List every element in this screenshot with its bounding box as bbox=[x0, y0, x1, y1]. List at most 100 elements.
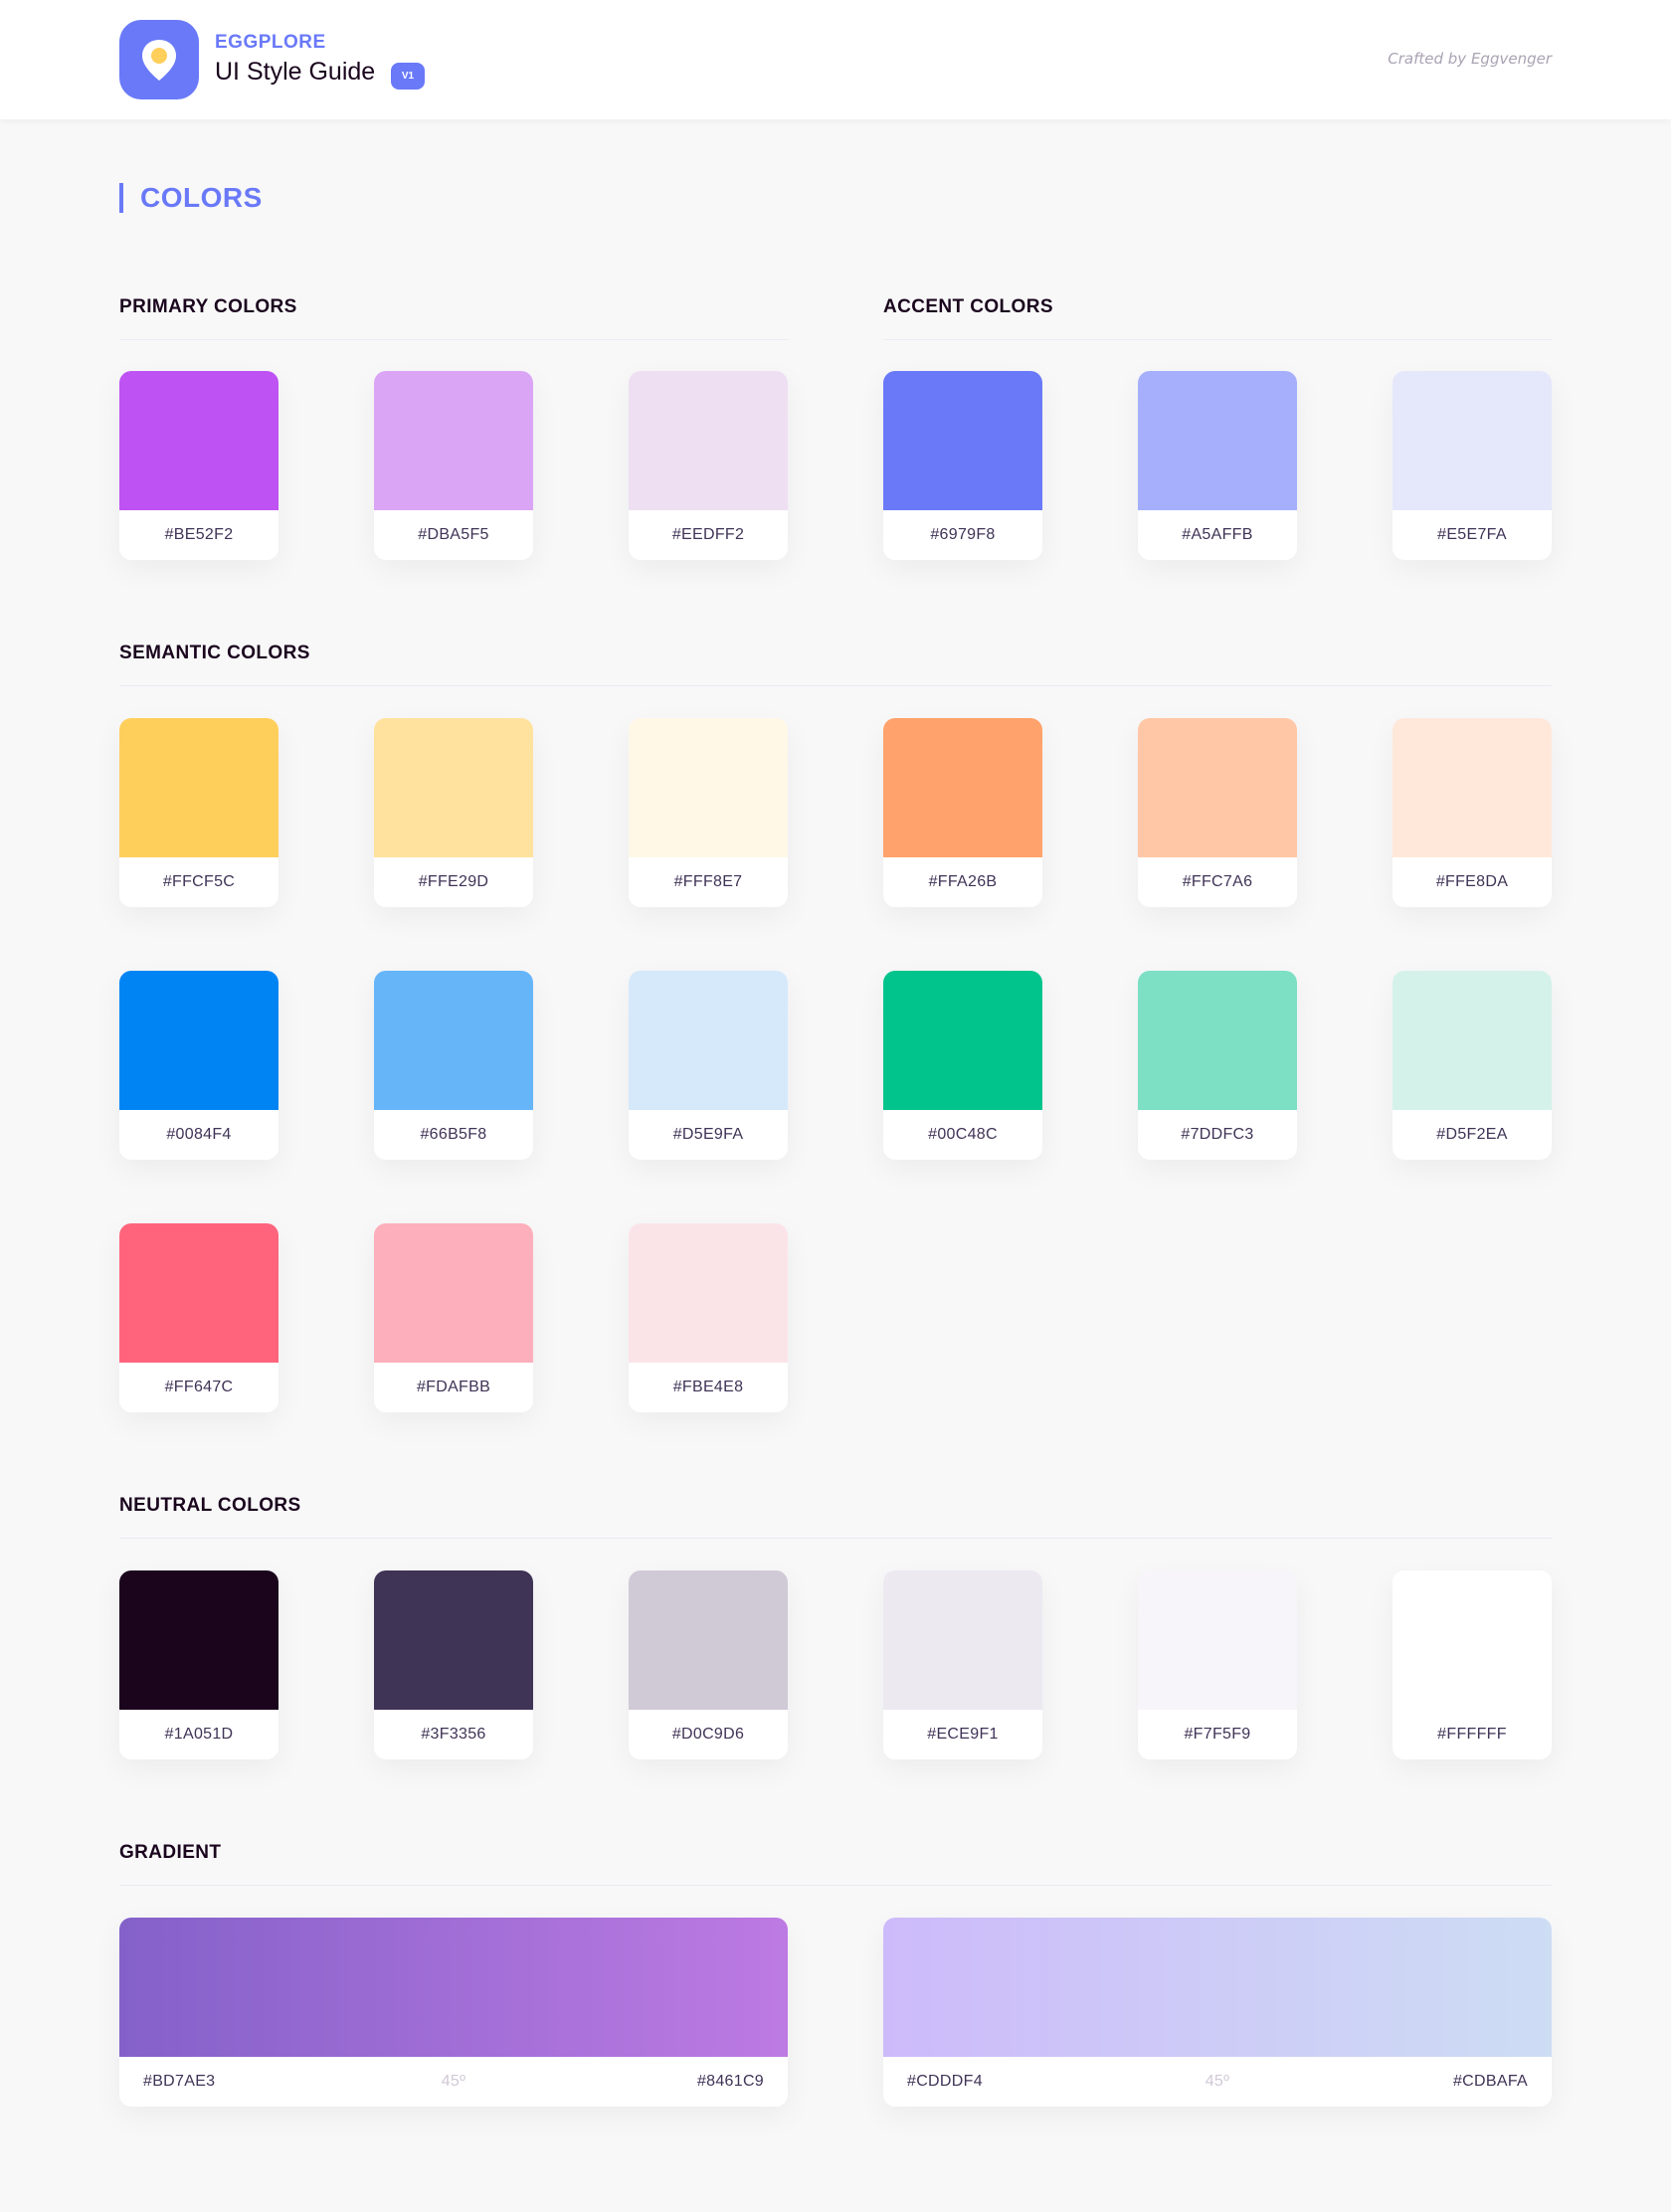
color-swatch bbox=[1138, 371, 1297, 510]
color-swatch-card: #FF647C bbox=[119, 1223, 278, 1412]
color-swatch bbox=[119, 1223, 278, 1363]
color-swatch bbox=[883, 371, 1042, 510]
color-hex-label: #66B5F8 bbox=[420, 1126, 487, 1143]
color-swatch bbox=[1392, 971, 1552, 1110]
color-swatch bbox=[883, 718, 1042, 857]
color-swatch-card: #F7F5F9 bbox=[1138, 1570, 1297, 1759]
color-swatch-card: #D0C9D6 bbox=[629, 1570, 788, 1759]
color-swatch-card: #E5E7FA bbox=[1392, 371, 1552, 560]
color-swatch bbox=[1392, 1570, 1552, 1710]
color-hex-label: #00C48C bbox=[928, 1126, 998, 1143]
color-hex-label: #FFFFFF bbox=[1437, 1726, 1507, 1743]
color-swatch bbox=[119, 1570, 278, 1710]
gradient-angle: 45º bbox=[441, 2073, 466, 2090]
color-hex-label: #D5E9FA bbox=[672, 1126, 744, 1143]
color-swatch bbox=[629, 718, 788, 857]
color-swatch-card: #EEDFF2 bbox=[629, 371, 788, 560]
gradient-end-hex: #8461C9 bbox=[696, 2073, 764, 2090]
color-hex-label: #FBE4E8 bbox=[672, 1379, 744, 1395]
brand-name: EGGPLORE bbox=[215, 32, 326, 53]
color-hex-label: #E5E7FA bbox=[1437, 526, 1507, 543]
color-hex-label: #FFCF5C bbox=[162, 873, 236, 890]
gradient-card: #BD7AE3 45º #8461C9 bbox=[119, 1918, 788, 2107]
accent-divider bbox=[883, 339, 1552, 340]
color-hex-label: #FFE29D bbox=[418, 873, 489, 890]
color-hex-label: #A5AFFB bbox=[1182, 526, 1253, 543]
color-swatch-card: #00C48C bbox=[883, 971, 1042, 1160]
gradient-swatch bbox=[119, 1918, 788, 2057]
color-swatch bbox=[374, 1223, 533, 1363]
gradient-divider bbox=[119, 1885, 1552, 1886]
primary-divider bbox=[119, 339, 788, 340]
color-swatch bbox=[374, 1570, 533, 1710]
semantic-colors-heading: SEMANTIC COLORS bbox=[119, 643, 310, 663]
color-hex-label: #BE52F2 bbox=[164, 526, 234, 543]
neutral-colors-heading: NEUTRAL COLORS bbox=[119, 1495, 301, 1516]
color-swatch-card: #D5F2EA bbox=[1392, 971, 1552, 1160]
gradient-end-hex: #CDBAFA bbox=[1452, 2073, 1528, 2090]
color-swatch bbox=[374, 718, 533, 857]
color-swatch bbox=[629, 1223, 788, 1363]
color-swatch-card: #FBE4E8 bbox=[629, 1223, 788, 1412]
neutral-divider bbox=[119, 1538, 1552, 1539]
gradient-card: #CDDDF4 45º #CDBAFA bbox=[883, 1918, 1552, 2107]
color-swatch-card: #ECE9F1 bbox=[883, 1570, 1042, 1759]
color-hex-label: #F7F5F9 bbox=[1184, 1726, 1251, 1743]
color-swatch-card: #A5AFFB bbox=[1138, 371, 1297, 560]
color-swatch bbox=[629, 971, 788, 1110]
color-swatch-card: #DBA5F5 bbox=[374, 371, 533, 560]
gradient-angle: 45º bbox=[1205, 2073, 1230, 2090]
page-title: COLORS bbox=[119, 183, 263, 213]
color-hex-label: #EEDFF2 bbox=[671, 526, 745, 543]
color-hex-label: #DBA5F5 bbox=[418, 526, 489, 543]
color-swatch-card: #6979F8 bbox=[883, 371, 1042, 560]
color-hex-label: #3F3356 bbox=[421, 1726, 486, 1743]
color-hex-label: #D5F2EA bbox=[1436, 1126, 1508, 1143]
color-swatch bbox=[1138, 718, 1297, 857]
app-logo bbox=[119, 20, 199, 99]
color-swatch-card: #FFE29D bbox=[374, 718, 533, 907]
color-swatch bbox=[629, 1570, 788, 1710]
primary-colors-heading: PRIMARY COLORS bbox=[119, 296, 297, 317]
color-swatch bbox=[374, 371, 533, 510]
color-swatch-card: #FFA26B bbox=[883, 718, 1042, 907]
color-hex-label: #FFA26B bbox=[928, 873, 998, 890]
guide-title: UI Style Guide bbox=[215, 58, 376, 86]
color-hex-label: #ECE9F1 bbox=[927, 1726, 999, 1743]
color-hex-label: #7DDFC3 bbox=[1181, 1126, 1254, 1143]
color-swatch-card: #3F3356 bbox=[374, 1570, 533, 1759]
color-swatch-card: #1A051D bbox=[119, 1570, 278, 1759]
color-hex-label: #FFE8DA bbox=[1435, 873, 1509, 890]
version-badge: V1 bbox=[391, 63, 425, 90]
color-hex-label: #FFF8E7 bbox=[673, 873, 743, 890]
color-swatch-card: #BE52F2 bbox=[119, 371, 278, 560]
semantic-divider bbox=[119, 685, 1552, 686]
credit-text: Crafted by Eggvenger bbox=[1388, 50, 1552, 68]
color-swatch-card: #0084F4 bbox=[119, 971, 278, 1160]
gradient-swatch bbox=[883, 1918, 1552, 2057]
color-swatch-card: #66B5F8 bbox=[374, 971, 533, 1160]
color-swatch bbox=[883, 1570, 1042, 1710]
color-swatch bbox=[1138, 971, 1297, 1110]
color-swatch bbox=[119, 718, 278, 857]
color-swatch-card: #7DDFC3 bbox=[1138, 971, 1297, 1160]
color-hex-label: #FFC7A6 bbox=[1182, 873, 1253, 890]
header: EGGPLORE UI Style Guide V1 Crafted by Eg… bbox=[0, 0, 1671, 119]
color-swatch-card: #FFE8DA bbox=[1392, 718, 1552, 907]
color-swatch bbox=[119, 371, 278, 510]
color-hex-label: #FDAFBB bbox=[416, 1379, 491, 1395]
egg-location-pin-icon bbox=[142, 40, 176, 81]
accent-colors-heading: ACCENT COLORS bbox=[883, 296, 1053, 317]
gradient-heading: GRADIENT bbox=[119, 1842, 222, 1863]
color-swatch bbox=[1138, 1570, 1297, 1710]
color-swatch bbox=[374, 971, 533, 1110]
color-swatch bbox=[883, 971, 1042, 1110]
color-swatch bbox=[1392, 718, 1552, 857]
color-hex-label: #6979F8 bbox=[930, 526, 996, 543]
color-swatch-card: #FFC7A6 bbox=[1138, 718, 1297, 907]
color-hex-label: #0084F4 bbox=[166, 1126, 232, 1143]
color-swatch-card: #FFCF5C bbox=[119, 718, 278, 907]
color-swatch-card: #FDAFBB bbox=[374, 1223, 533, 1412]
color-swatch-card: #D5E9FA bbox=[629, 971, 788, 1160]
color-swatch bbox=[119, 971, 278, 1110]
